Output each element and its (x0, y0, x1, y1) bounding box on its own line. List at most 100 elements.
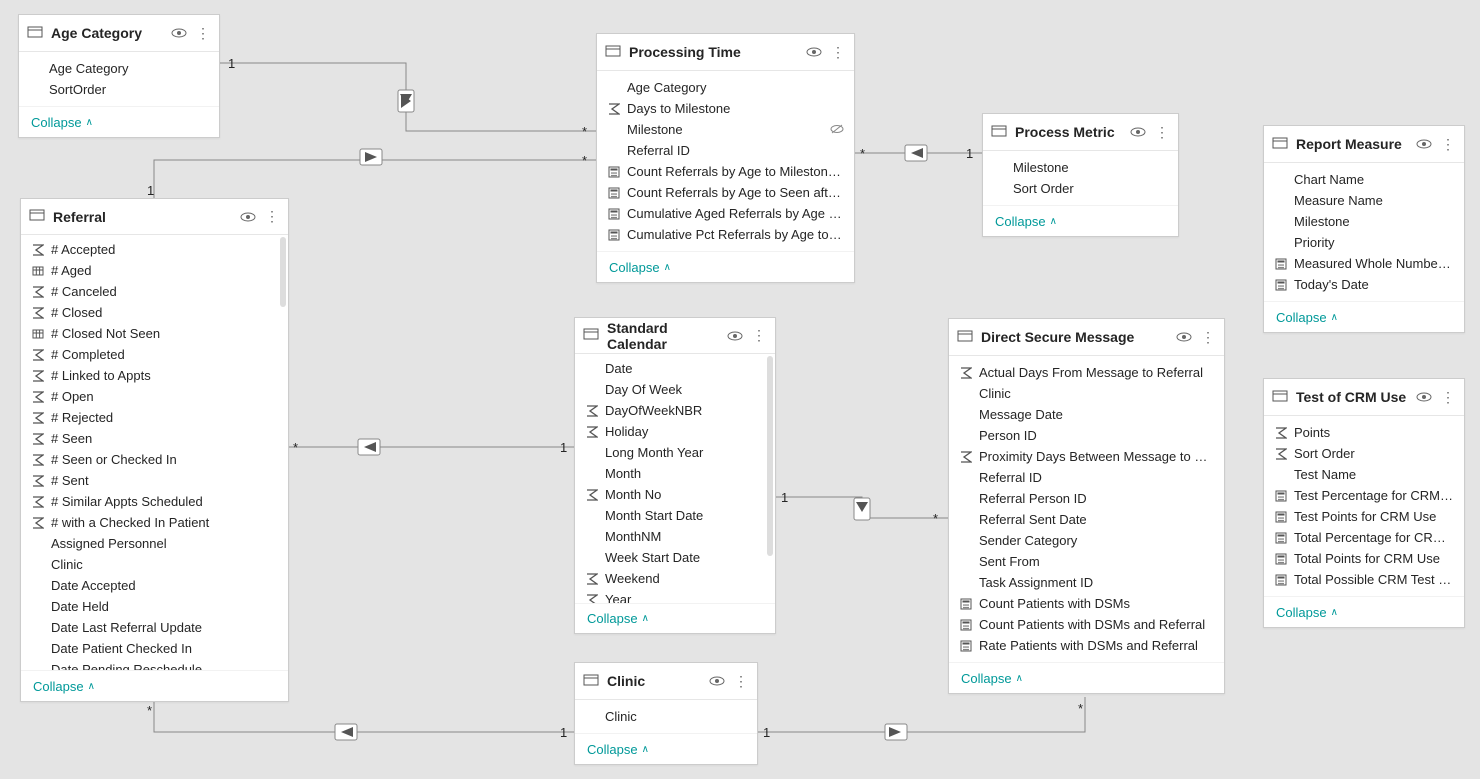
field-row[interactable]: # Similar Appts Scheduled (21, 491, 288, 512)
collapse-button[interactable]: Collapse∧ (1264, 301, 1464, 332)
field-row[interactable]: Month (575, 463, 775, 484)
collapse-button[interactable]: Collapse∧ (1264, 596, 1464, 627)
field-row[interactable]: # with a Checked In Patient (21, 512, 288, 533)
field-row[interactable]: Week Start Date (575, 547, 775, 568)
field-row[interactable]: Test Percentage for CRM Use (1264, 485, 1464, 506)
field-row[interactable]: # Linked to Appts (21, 365, 288, 386)
field-row[interactable]: # Seen (21, 428, 288, 449)
field-row[interactable]: Day Of Week (575, 379, 775, 400)
collapse-button[interactable]: Collapse∧ (575, 603, 775, 633)
field-row[interactable]: Sort Order (1264, 443, 1464, 464)
field-row[interactable]: Count Referrals by Age to Milestone All … (597, 161, 854, 182)
field-row[interactable]: Date Pending Reschedule (21, 659, 288, 670)
rel-dir-age-processing[interactable] (398, 90, 414, 112)
field-row[interactable]: Referral ID (597, 140, 854, 161)
field-row[interactable]: Month Start Date (575, 505, 775, 526)
field-row[interactable]: Date (575, 358, 775, 379)
collapse-button[interactable]: Collapse∧ (983, 205, 1178, 236)
more-options[interactable]: ⋮ (751, 328, 767, 344)
field-row[interactable]: MonthNM (575, 526, 775, 547)
field-row[interactable]: Person ID (949, 425, 1224, 446)
table-direct-secure-message[interactable]: Direct Secure Message ⋮ Actual Days From… (948, 318, 1225, 694)
rel-calendar-dsm[interactable] (774, 497, 948, 518)
field-row[interactable]: SortOrder (19, 79, 219, 100)
field-row[interactable]: Sent From (949, 551, 1224, 572)
table-clinic[interactable]: Clinic ⋮ Clinic Collapse∧ (574, 662, 758, 765)
table-processing-time[interactable]: Processing Time ⋮ Age CategoryDays to Mi… (596, 33, 855, 283)
field-row[interactable]: Assigned Personnel (21, 533, 288, 554)
field-row[interactable]: # Open (21, 386, 288, 407)
field-row[interactable]: Rate Patients with DSMs and Referral (949, 635, 1224, 656)
field-row[interactable]: Date Accepted (21, 575, 288, 596)
field-row[interactable]: Task Assignment ID (949, 572, 1224, 593)
field-row[interactable]: # Seen or Checked In (21, 449, 288, 470)
visibility-toggle[interactable] (1416, 136, 1432, 152)
rel-dir-metric-processing[interactable] (905, 145, 927, 161)
field-row[interactable]: # Rejected (21, 407, 288, 428)
field-row[interactable]: Total Possible CRM Test Points (1264, 569, 1464, 590)
rel-clinic-referral[interactable] (154, 700, 574, 732)
rel-dir-referral-processing[interactable] (360, 149, 382, 165)
more-options[interactable]: ⋮ (733, 673, 749, 689)
visibility-toggle[interactable] (171, 25, 187, 41)
field-row[interactable]: Date Patient Checked In (21, 638, 288, 659)
more-options[interactable]: ⋮ (1440, 136, 1456, 152)
field-row[interactable]: # Completed (21, 344, 288, 365)
collapse-button[interactable]: Collapse∧ (949, 662, 1224, 693)
field-row[interactable]: Message Date (949, 404, 1224, 425)
collapse-button[interactable]: Collapse∧ (19, 106, 219, 137)
visibility-toggle[interactable] (1176, 329, 1192, 345)
field-row[interactable]: Milestone (1264, 211, 1464, 232)
field-row[interactable]: Measure Name (1264, 190, 1464, 211)
field-row[interactable]: Date Held (21, 596, 288, 617)
field-row[interactable]: Clinic (575, 706, 757, 727)
visibility-toggle[interactable] (1416, 389, 1432, 405)
field-row[interactable]: Proximity Days Between Message to Referr… (949, 446, 1224, 467)
field-row[interactable]: Age Category (19, 58, 219, 79)
field-row[interactable]: Test Name (1264, 464, 1464, 485)
visibility-toggle[interactable] (727, 328, 743, 344)
field-row[interactable]: Measured Whole Number Value (1264, 253, 1464, 274)
more-options[interactable]: ⋮ (830, 44, 846, 60)
field-row[interactable]: Milestone (597, 119, 854, 140)
field-row[interactable]: Actual Days From Message to Referral (949, 362, 1224, 383)
rel-age-processing[interactable] (218, 63, 596, 131)
more-options[interactable]: ⋮ (1154, 124, 1170, 140)
field-row[interactable]: Today's Date (1264, 274, 1464, 295)
more-options[interactable]: ⋮ (264, 209, 280, 225)
field-row[interactable]: Referral Sent Date (949, 509, 1224, 530)
rel-referral-processing[interactable] (154, 160, 596, 198)
field-row[interactable]: Holiday (575, 421, 775, 442)
field-row[interactable]: # Canceled (21, 281, 288, 302)
field-row[interactable]: Chart Name (1264, 169, 1464, 190)
field-row[interactable]: Milestone (983, 157, 1178, 178)
table-standard-calendar[interactable]: Standard Calendar ⋮ DateDay Of WeekDayOf… (574, 317, 776, 634)
field-row[interactable]: Clinic (21, 554, 288, 575)
field-row[interactable]: Year (575, 589, 775, 603)
rel-dir-clinic-referral[interactable] (335, 724, 357, 740)
table-test-crm-use[interactable]: Test of CRM Use ⋮ PointsSort OrderTest N… (1263, 378, 1465, 628)
field-row[interactable]: Days to Milestone (597, 98, 854, 119)
field-row[interactable]: Cumulative Pct Referrals by Age to Seen … (597, 224, 854, 245)
field-row[interactable]: # Closed Not Seen (21, 323, 288, 344)
field-row[interactable]: Count Patients with DSMs (949, 593, 1224, 614)
visibility-toggle[interactable] (1130, 124, 1146, 140)
table-age-category[interactable]: Age Category ⋮ Age CategorySortOrder Col… (18, 14, 220, 138)
field-row[interactable]: Test Points for CRM Use (1264, 506, 1464, 527)
field-row[interactable]: Sender Category (949, 530, 1224, 551)
table-report-measure[interactable]: Report Measure ⋮ Chart NameMeasure NameM… (1263, 125, 1465, 333)
table-referral[interactable]: Referral ⋮ # Accepted# Aged# Canceled# C… (20, 198, 289, 702)
field-row[interactable]: Age Category (597, 77, 854, 98)
field-row[interactable]: # Aged (21, 260, 288, 281)
field-row[interactable]: # Closed (21, 302, 288, 323)
field-row[interactable]: Date Last Referral Update (21, 617, 288, 638)
field-row[interactable]: Cumulative Aged Referrals by Age to Seen… (597, 203, 854, 224)
field-row[interactable]: Long Month Year (575, 442, 775, 463)
field-row[interactable]: Count Patients with DSMs and Referral (949, 614, 1224, 635)
rel-dir-clinic-dsm[interactable] (885, 724, 907, 740)
collapse-button[interactable]: Collapse∧ (597, 251, 854, 282)
field-row[interactable]: Month No (575, 484, 775, 505)
field-row[interactable]: Total Points for CRM Use (1264, 548, 1464, 569)
field-row[interactable]: Points (1264, 422, 1464, 443)
field-row[interactable]: DayOfWeekNBR (575, 400, 775, 421)
